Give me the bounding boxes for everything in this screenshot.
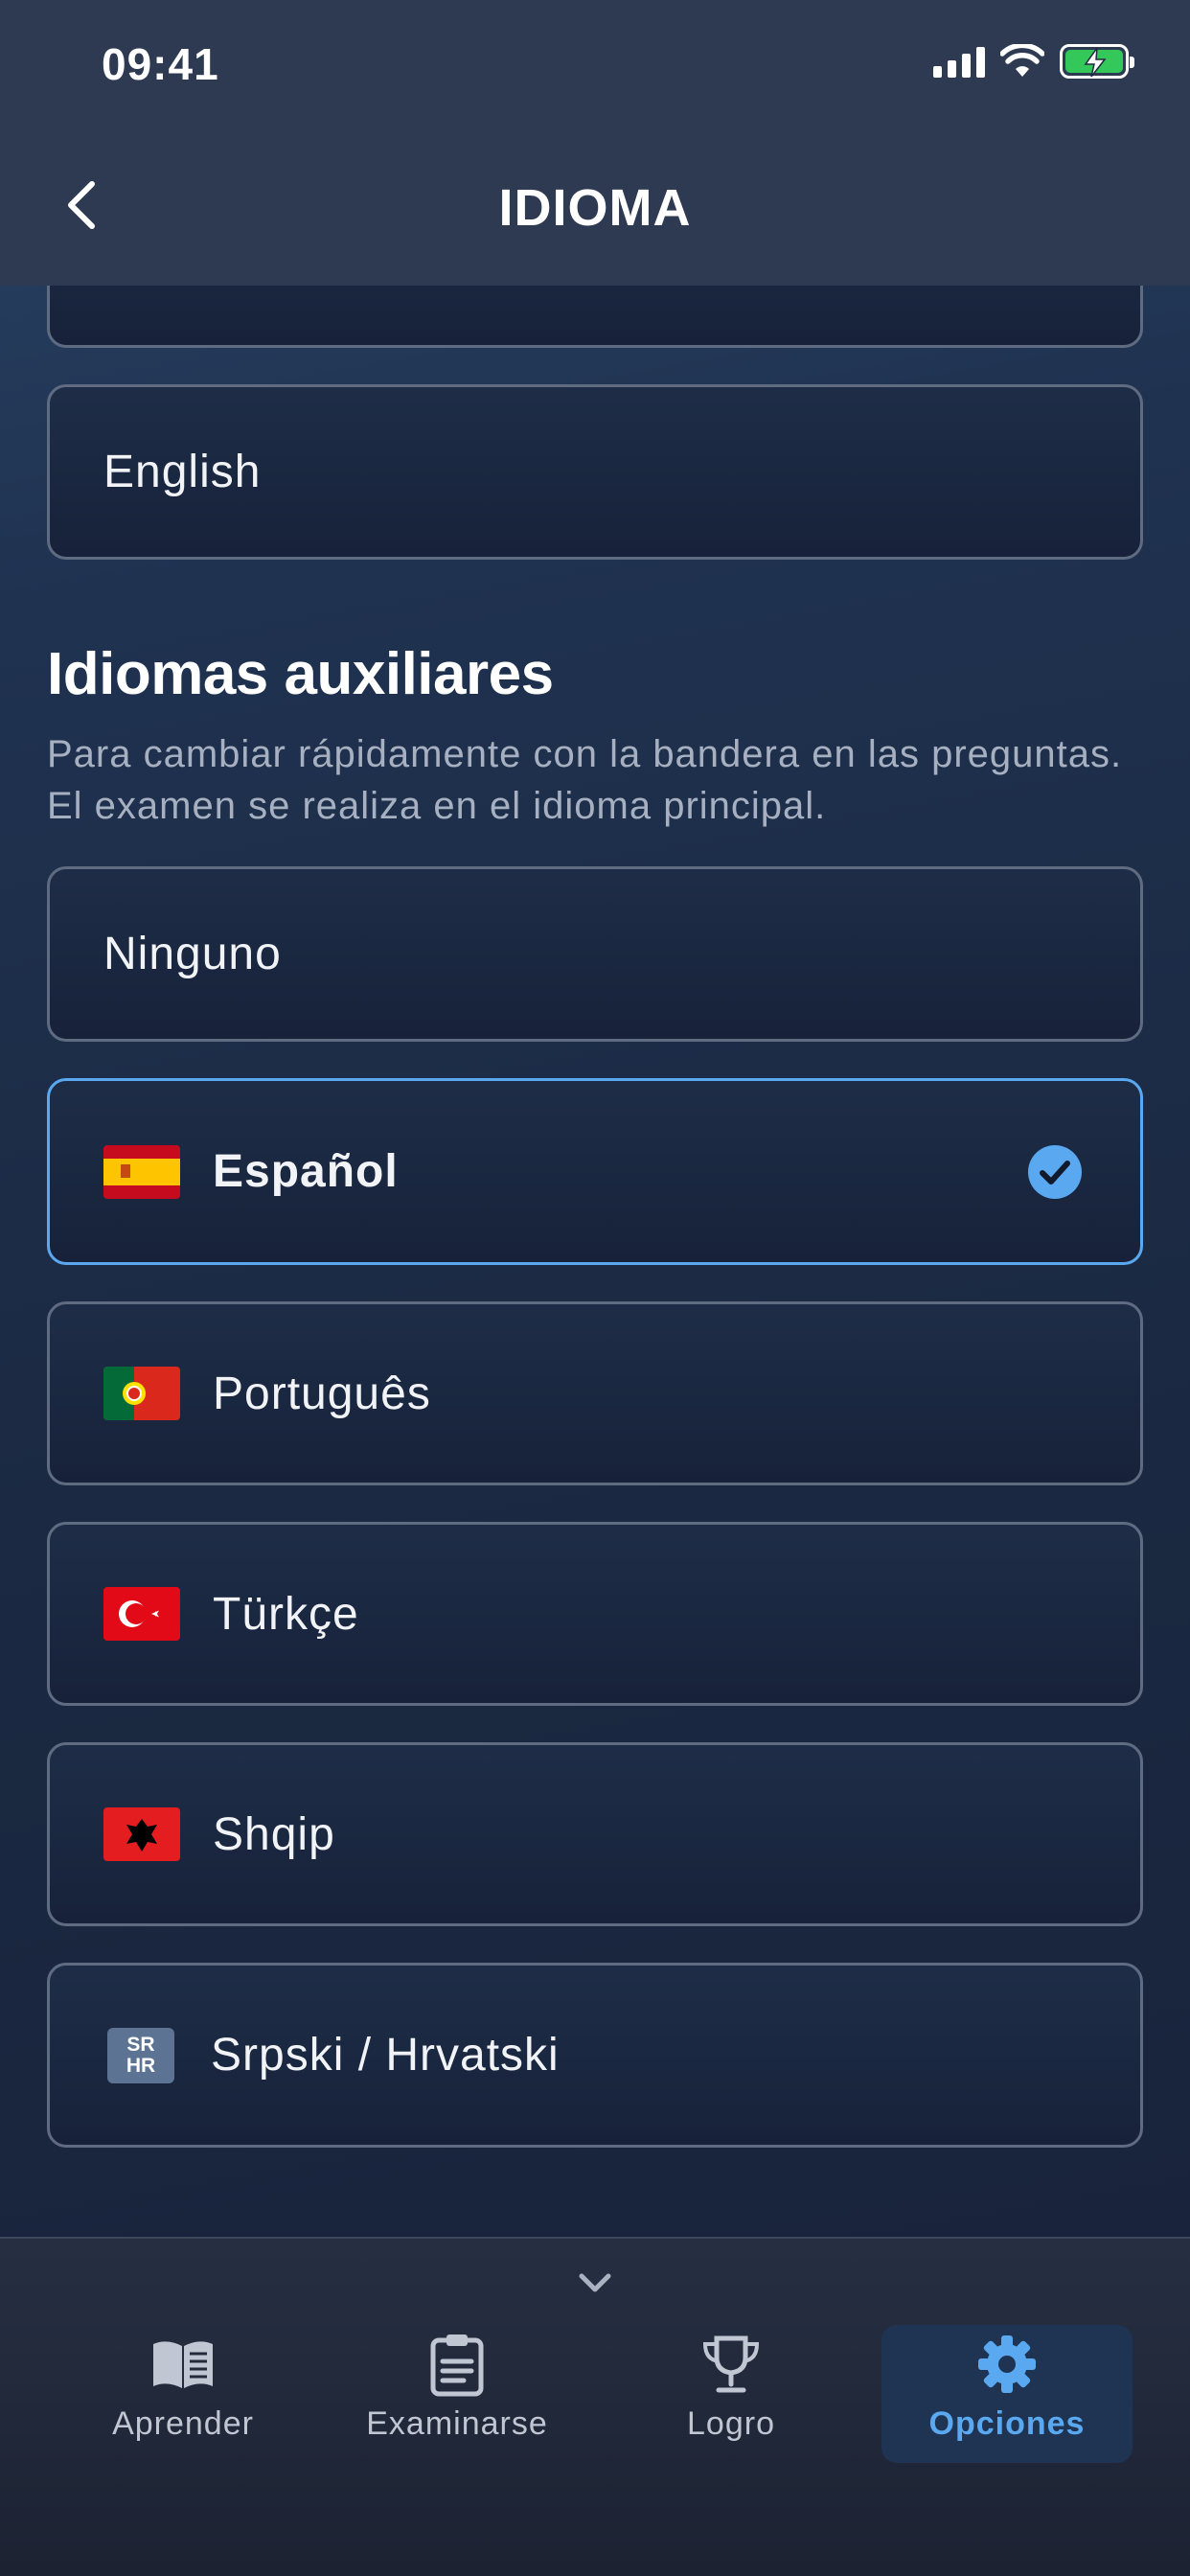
aux-option-none[interactable]: Ninguno (47, 866, 1143, 1042)
option-label: Shqip (213, 1808, 335, 1860)
cellular-signal-icon (933, 45, 985, 78)
option-label: English (103, 447, 262, 497)
option-label: Türkçe (213, 1588, 359, 1640)
aux-option-albanian[interactable]: Shqip (47, 1742, 1143, 1926)
clipboard-icon (430, 2334, 484, 2397)
aux-option-turkish[interactable]: Türkçe (47, 1522, 1143, 1706)
option-label: Español (213, 1146, 399, 1197)
tab-label: Logro (687, 2405, 775, 2442)
portugal-flag-icon (103, 1367, 180, 1420)
aux-option-serbian-croatian[interactable]: SR HR Srpski / Hrvatski (47, 1963, 1143, 2148)
option-label: Português (213, 1368, 431, 1419)
albania-flag-icon (103, 1807, 180, 1861)
status-icons (933, 44, 1134, 79)
aux-option-portuguese[interactable]: Português (47, 1301, 1143, 1485)
main-language-option-english[interactable]: English (47, 384, 1143, 560)
tab-label: Examinarse (366, 2405, 548, 2442)
aux-option-spanish[interactable]: Español (47, 1078, 1143, 1265)
battery-charging-icon (1060, 44, 1134, 79)
auxiliary-languages-title: Idiomas auxiliares (47, 641, 554, 707)
tab-opciones[interactable]: Opciones (881, 2325, 1133, 2463)
tab-label: Aprender (112, 2405, 254, 2442)
option-label: Srpski / Hrvatski (211, 2030, 560, 2081)
bottom-tab-bar: Aprender Examinarse Logro Opciones (0, 2237, 1190, 2576)
status-time: 09:41 (102, 39, 219, 89)
checkmark-selected-icon (1028, 1144, 1082, 1199)
top-bar: 09:41 IDIOMA (0, 0, 1190, 286)
spain-flag-icon (103, 1144, 180, 1199)
tab-examinarse[interactable]: Examinarse (332, 2325, 583, 2463)
option-label: Ninguno (103, 929, 282, 979)
sr-hr-badge-icon: SR HR (107, 2027, 174, 2083)
turkey-flag-icon (103, 1587, 180, 1641)
book-icon (153, 2341, 213, 2388)
tab-label: Opciones (928, 2405, 1086, 2442)
tab-aprender[interactable]: Aprender (57, 2325, 309, 2463)
auxiliary-languages-description: Para cambiar rápidamente con la bandera … (47, 733, 1123, 827)
gear-icon (978, 2335, 1036, 2393)
trophy-icon (702, 2335, 760, 2393)
tab-logro[interactable]: Logro (606, 2325, 857, 2463)
wifi-icon (1000, 44, 1044, 77)
chevron-down-icon[interactable] (576, 2264, 614, 2302)
page-title: IDIOMA (498, 179, 692, 237)
